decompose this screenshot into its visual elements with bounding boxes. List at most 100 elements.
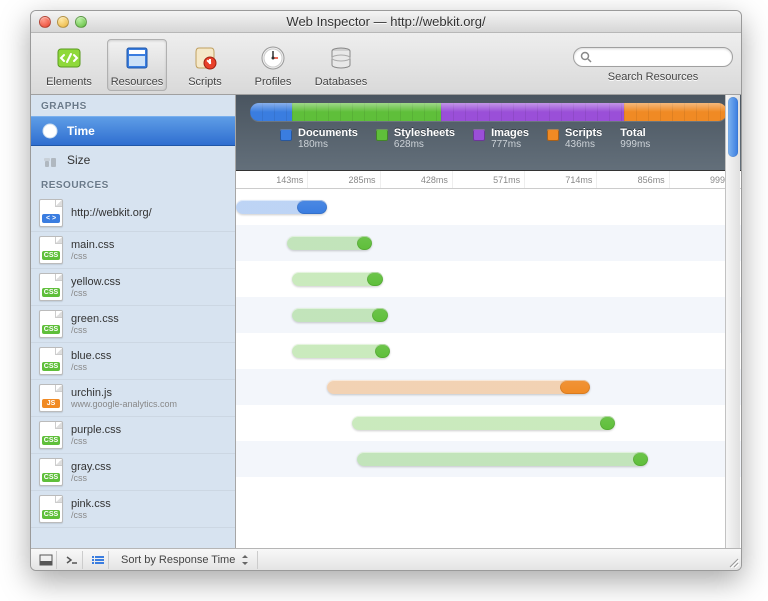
scripts-icon [189,42,221,74]
search-icon [580,51,592,63]
file-name: blue.css [71,350,111,362]
summary-segment [441,103,624,121]
vertical-scrollbar[interactable] [725,95,740,548]
window-title: Web Inspector — http://webkit.org/ [31,14,741,29]
console-icon [65,554,79,566]
legend-swatch [473,129,485,141]
timeline-bar [352,416,615,430]
list-view-button[interactable] [87,551,109,569]
scrollbar-thumb[interactable] [728,97,738,157]
resource-row[interactable]: < > http://webkit.org/ [31,195,235,232]
file-subtitle: /css [71,251,114,261]
file-text: yellow.css /css [71,276,121,298]
toolbar-databases[interactable]: Databases [311,42,371,88]
resource-row[interactable]: CSS gray.css /css [31,454,235,491]
sidebar-item-time[interactable]: Time [31,116,235,146]
resource-row[interactable]: CSS pink.css /css [31,491,235,528]
sidebar-item-size[interactable]: Size [31,146,235,174]
file-name: pink.css [71,498,111,510]
legend-value: 180ms [298,139,358,150]
legend-total: Total999ms [620,127,650,150]
ruler-tick: 571ms [453,171,525,188]
file-subtitle: /css [71,436,121,446]
search-field[interactable] [573,47,733,67]
summary-legend: Documents 180ms Stylesheets 628ms Images… [250,127,727,150]
resource-row[interactable]: CSS purple.css /css [31,417,235,454]
clock-icon [41,122,59,140]
ruler-tick: 428ms [381,171,453,188]
file-subtitle: /css [71,362,111,372]
toolbar-profiles[interactable]: Profiles [243,42,303,88]
summary-bar [250,103,727,121]
ruler-tick: 856ms [597,171,669,188]
ruler-tick: 714ms [525,171,597,188]
toolbar-label: Elements [46,76,92,88]
file-icon: CSS [39,273,63,301]
toolbar-scripts[interactable]: Scripts [175,42,235,88]
file-text: urchin.js www.google-analytics.com [71,387,177,409]
console-toggle-button[interactable] [61,551,83,569]
sidebar-label: Time [67,124,95,138]
elements-icon [53,42,85,74]
file-text: http://webkit.org/ [71,207,152,219]
legend-value: 999ms [620,139,650,150]
file-icon: JS [39,384,63,412]
legend-item: Stylesheets 628ms [376,127,455,150]
timeline-bar-cap [633,452,648,466]
toolbar-label: Scripts [188,76,222,88]
resource-row[interactable]: CSS main.css /css [31,232,235,269]
timeline-row [236,189,741,225]
file-subtitle: /css [71,473,111,483]
toolbar-resources[interactable]: Resources [107,39,167,91]
resource-row[interactable]: CSS green.css /css [31,306,235,343]
file-icon: < > [39,199,63,227]
legend-item: Scripts 436ms [547,127,602,150]
sort-dropdown[interactable]: Sort by Response Time [113,551,258,569]
timeline-row [236,261,741,297]
sort-label: Sort by Response Time [121,554,235,566]
file-text: main.css /css [71,239,114,261]
resources-icon [121,42,153,74]
profiles-icon [257,42,289,74]
toolbar: Elements Resources Scripts Profiles Data… [31,33,741,95]
resource-row[interactable]: CSS blue.css /css [31,343,235,380]
timeline [236,189,741,548]
sidebar: GRAPHS Time Size RESOURCES < > http://we… [31,95,236,548]
footer: Sort by Response Time [31,548,741,570]
databases-icon [325,42,357,74]
toolbar-label: Databases [315,76,368,88]
summary-segment [624,103,727,121]
timeline-bar-cap [297,200,327,214]
file-name: purple.css [71,424,121,436]
resources-header: RESOURCES [31,174,235,195]
legend-value: 628ms [394,139,455,150]
timeline-bar [357,452,648,466]
timeline-bar-cap [357,236,372,250]
timeline-bar-cap [367,272,382,286]
timeline-bar [287,236,373,250]
timeline-row [236,297,741,333]
file-name: yellow.css [71,276,121,288]
timeline-bar-cap [375,344,390,358]
summary-segment [250,103,292,121]
file-subtitle: /css [71,510,111,520]
search-input[interactable] [592,51,726,63]
legend-value: 777ms [491,139,529,150]
resource-row[interactable]: JS urchin.js www.google-analytics.com [31,380,235,417]
dock-toggle-button[interactable] [35,551,57,569]
file-icon: CSS [39,236,63,264]
toolbar-label: Resources [111,76,164,88]
window: Web Inspector — http://webkit.org/ Eleme… [30,10,742,571]
file-icon: CSS [39,495,63,523]
summary-panel: Documents 180ms Stylesheets 628ms Images… [236,95,741,171]
resource-list: < > http://webkit.org/ CSS main.css /css… [31,195,235,548]
timeline-bar [292,308,388,322]
file-text: green.css /css [71,313,119,335]
file-subtitle: /css [71,288,121,298]
legend-item: Images 777ms [473,127,529,150]
timeline-bar-cap [372,308,387,322]
toolbar-elements[interactable]: Elements [39,42,99,88]
resource-row[interactable]: CSS yellow.css /css [31,269,235,306]
legend-label: Total [620,127,650,139]
resize-handle[interactable] [727,556,739,568]
